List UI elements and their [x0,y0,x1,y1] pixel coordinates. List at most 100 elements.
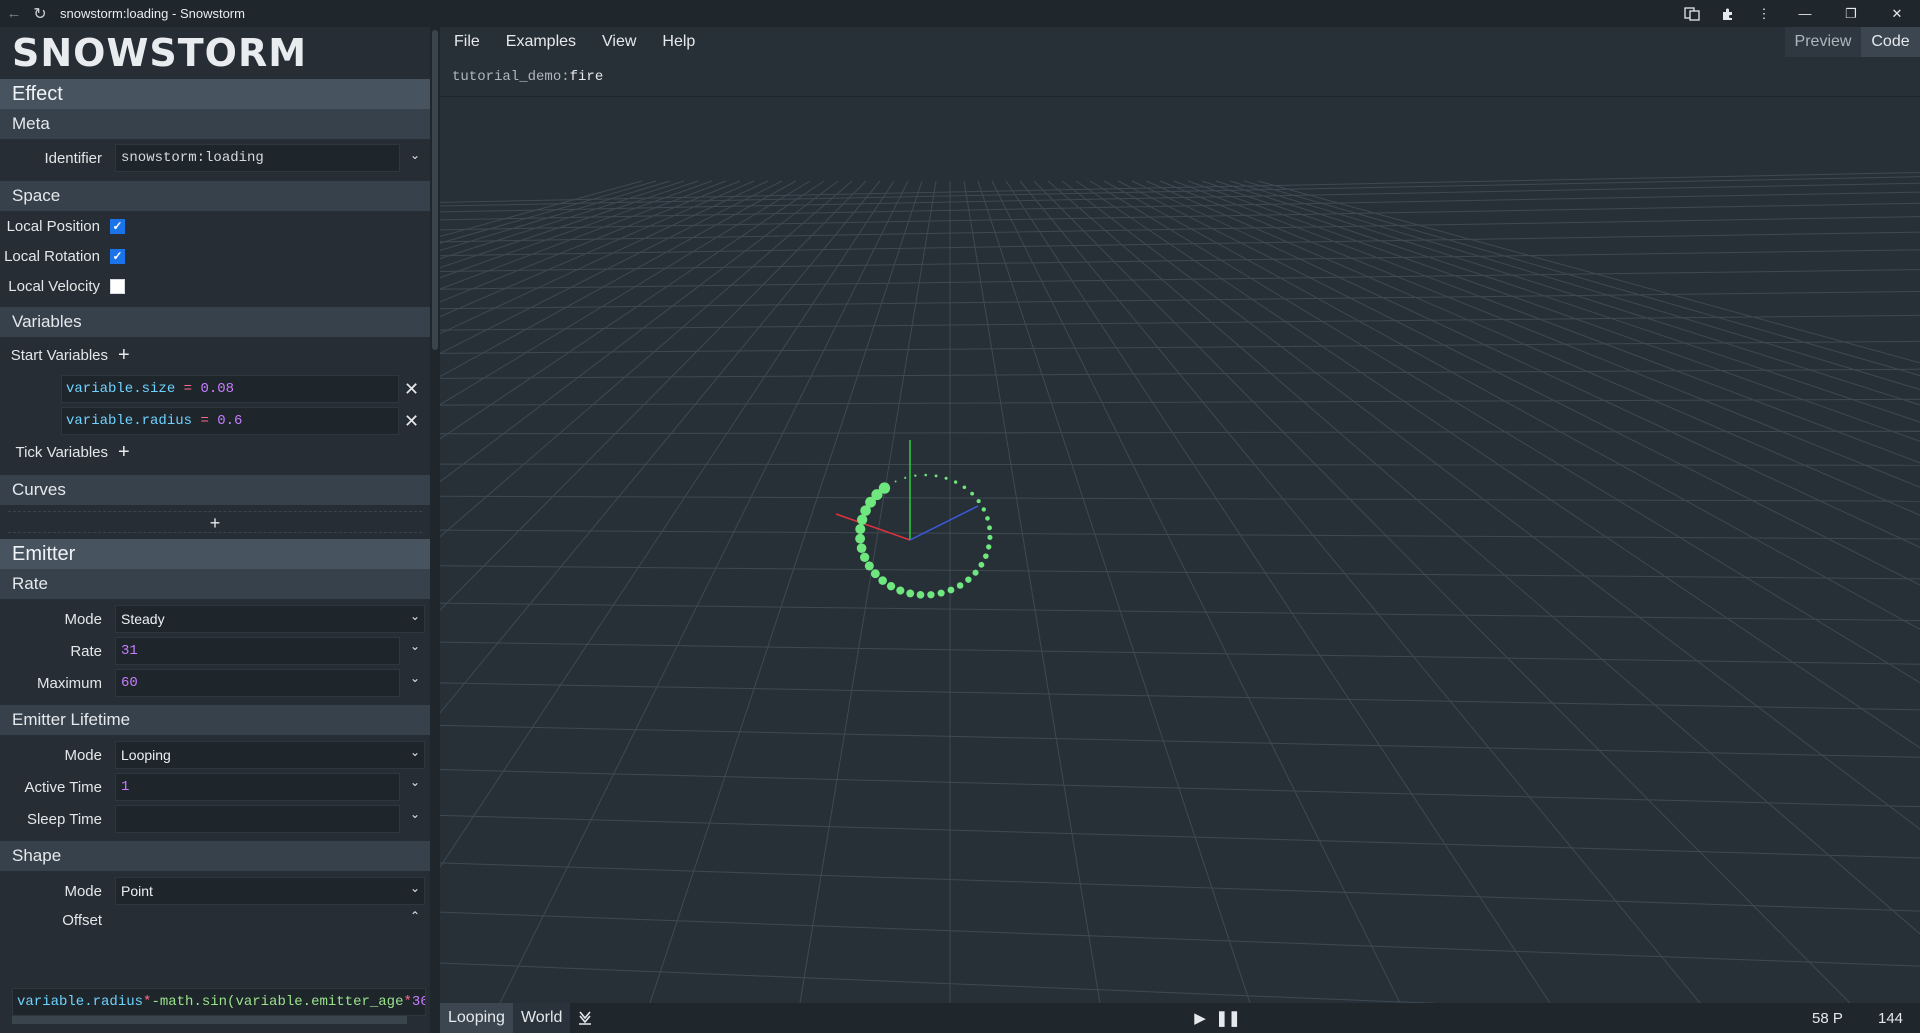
horizontal-scrollbar[interactable] [12,1016,407,1024]
section-effect[interactable]: Effect [0,79,430,109]
particle [983,553,989,559]
offset-field[interactable]: variable.radius * -math.sin(variable.emitt… [12,988,426,1016]
pause-icon[interactable]: ❚❚ [1215,1003,1240,1033]
preview-viewport[interactable] [0,97,1920,1024]
close-icon[interactable]: ✕ [404,411,419,432]
sleep-time-field[interactable] [115,805,400,833]
arrow-left-icon[interactable]: ← [0,5,28,22]
grid-line [439,862,1920,912]
close-icon[interactable]: ✕ [1874,0,1920,27]
shape-mode-select[interactable]: Point [115,877,425,905]
chevron-down-icon[interactable]: ⌄ [408,639,422,653]
subsection-shape[interactable]: Shape [0,841,430,871]
maximum-field[interactable]: 60 [115,669,400,697]
floor-grid [0,172,1920,1024]
offset-part: variable.radius [17,994,144,1010]
tick-variables-label: Tick Variables [15,443,108,461]
grid-line [1201,180,1920,423]
particle [970,491,975,496]
variable-name: variable.radius [66,413,193,429]
particle-preview-canvas[interactable] [0,97,1920,1024]
grid-line [439,463,1920,466]
grid-line [0,180,727,456]
menu-help[interactable]: Help [650,33,707,51]
sidebar-scroll-thumb[interactable] [432,30,438,350]
more-vertical-icon[interactable]: ⋮ [1746,0,1782,27]
particle [965,576,972,583]
world-toggle[interactable]: World [512,1003,571,1033]
subsection-curves[interactable]: Curves [0,475,430,505]
tab-code[interactable]: Code [1861,27,1920,57]
variable-value: 0.6 [217,413,243,429]
rate-label: Rate [70,642,102,660]
chevron-down-icon[interactable]: ⌄ [408,881,422,895]
subsection-emitter-lifetime[interactable]: Emitter Lifetime [0,705,430,735]
chevron-down-icon[interactable]: ⌄ [408,745,422,759]
local-rotation-row: Local Rotation ✓ [0,241,430,271]
particle [927,591,935,599]
particle [937,589,945,597]
start-variables-label: Start Variables [10,346,108,364]
chevron-down-icon[interactable]: ⌄ [408,609,422,623]
subsection-rate[interactable]: Rate [0,569,430,599]
particle-swirl [855,473,993,599]
subsection-space[interactable]: Space [0,181,430,211]
add-start-variable-button[interactable]: + [118,345,130,365]
looping-toggle[interactable]: Looping [440,1003,513,1033]
start-variable-field[interactable]: variable.radius = 0.6 [61,407,399,435]
grid-line [1257,180,1920,364]
start-variable-field[interactable]: variable.size = 0.08 [61,375,399,403]
close-icon[interactable]: ✕ [404,379,419,400]
grid-line [1019,180,1701,1004]
rate-field[interactable]: 31 [115,637,400,665]
grid-line [1047,180,1920,935]
local-rotation-checkbox[interactable]: ✓ [110,248,125,264]
active-time-field[interactable]: 1 [115,773,400,801]
tab-preview[interactable]: Preview [1785,27,1861,57]
subsection-variables[interactable]: Variables [0,307,430,337]
grid-line [1243,180,1920,377]
restore-icon[interactable]: ❐ [1828,0,1874,27]
grid-line [439,495,1920,502]
chevron-down-icon[interactable]: ⌄ [408,807,422,821]
rate-mode-row: Mode Steady ⌄ [0,603,430,635]
chevron-down-icon[interactable]: ⌄ [408,148,422,162]
chevron-down-icon[interactable]: ⌄ [408,775,422,789]
menu-view[interactable]: View [590,33,648,51]
offset-part: 36( [411,994,425,1010]
subsection-meta[interactable]: Meta [0,109,430,139]
grid-line [439,911,1920,967]
extensions-icon[interactable] [1710,0,1746,27]
chevron-down-icon[interactable]: ⌄ [408,671,422,685]
minimize-icon[interactable]: — [1782,0,1828,27]
section-emitter[interactable]: Emitter [0,539,430,569]
menu-file[interactable]: File [442,33,492,51]
grid-line [439,962,1920,1024]
z-axis-line [909,505,979,541]
rate-mode-select[interactable]: Steady [115,605,425,633]
add-curve-button[interactable]: + [8,511,422,533]
grid-line [0,180,657,371]
title-bar: ← ↻ snowstorm:loading - Snowstorm ⋮ — ❐ … [0,0,1920,27]
path-name: fire [569,68,604,85]
grid-line [439,724,1920,758]
particle [886,582,896,591]
grid-line [1033,180,1851,1004]
add-tick-variable-button[interactable]: + [118,442,130,462]
particle-count: 58 P [1812,1009,1843,1027]
grid-line [439,269,1920,290]
reload-icon[interactable]: ↻ [28,4,52,24]
translate-icon[interactable] [1674,0,1710,27]
menu-examples[interactable]: Examples [494,33,588,51]
chevron-up-icon[interactable]: ⌃ [408,909,422,923]
local-position-checkbox[interactable]: ✓ [110,218,125,234]
lifetime-mode-select[interactable]: Looping [115,741,425,769]
grid-line [977,180,1251,1004]
grid-line [0,180,671,385]
grid-line [439,176,1920,207]
download-icon[interactable] [570,1003,600,1033]
identifier-field[interactable]: snowstorm:loading [115,144,400,172]
particle [855,533,866,544]
local-velocity-checkbox[interactable] [110,278,125,294]
play-icon[interactable]: ▶ [1188,1003,1212,1033]
